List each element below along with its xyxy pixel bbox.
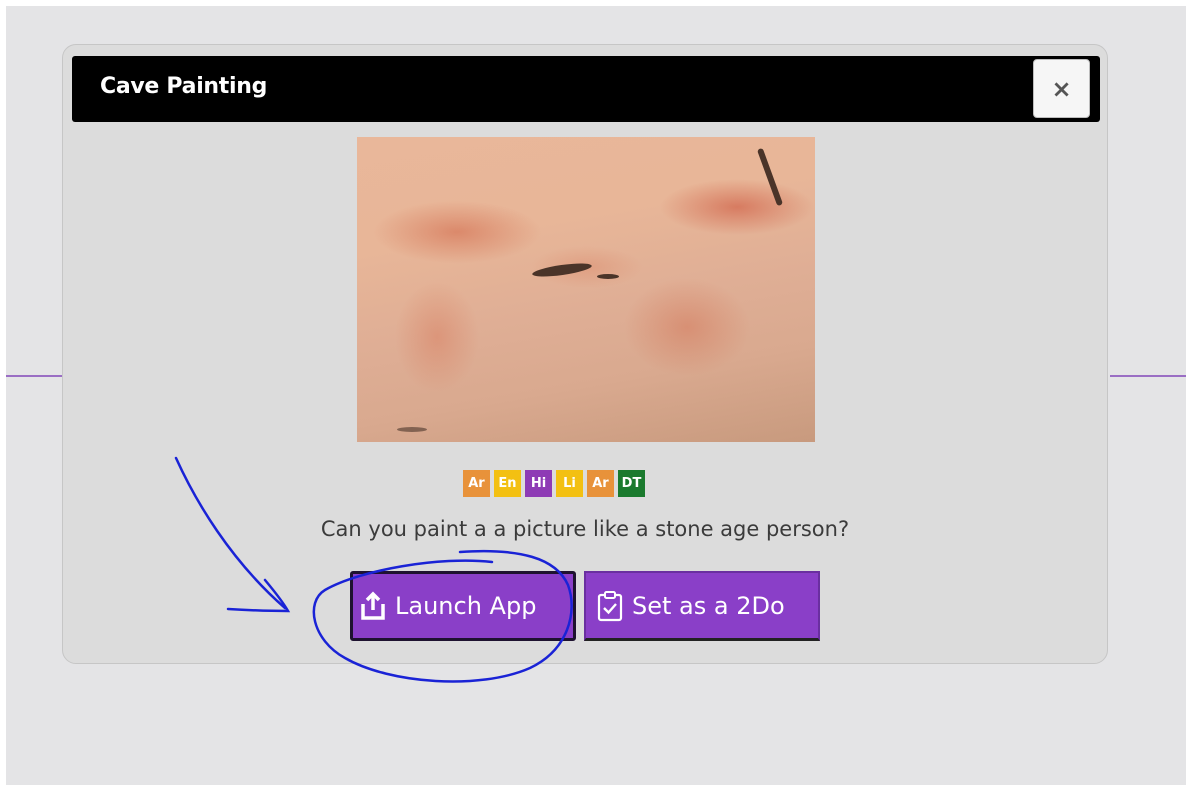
subject-tag: DT — [618, 470, 645, 497]
subject-tags: Ar En Hi Li Ar DT — [463, 470, 645, 497]
modal-title: Cave Painting — [100, 74, 268, 99]
subject-tag: Hi — [525, 470, 552, 497]
launch-app-button[interactable]: Launch App — [350, 571, 576, 641]
cave-painting-image — [357, 137, 815, 442]
modal-header: Cave Painting × — [72, 56, 1100, 122]
divider-line-left — [6, 375, 64, 377]
subject-tag: Ar — [587, 470, 614, 497]
close-icon: × — [1051, 74, 1072, 103]
app-modal: Cave Painting × Ar En Hi Li Ar DT Can yo… — [62, 44, 1108, 664]
divider-line-right — [1110, 375, 1186, 377]
set-2do-label: Set as a 2Do — [632, 591, 785, 620]
subject-tag: Ar — [463, 470, 490, 497]
set-2do-button[interactable]: Set as a 2Do — [584, 571, 820, 641]
close-button[interactable]: × — [1033, 59, 1090, 118]
subject-tag: Li — [556, 470, 583, 497]
subject-tag: En — [494, 470, 521, 497]
app-description: Can you paint a a picture like a stone a… — [320, 517, 850, 541]
clipboard-check-icon — [594, 589, 626, 623]
launch-app-label: Launch App — [395, 592, 537, 620]
upload-icon — [357, 589, 389, 623]
